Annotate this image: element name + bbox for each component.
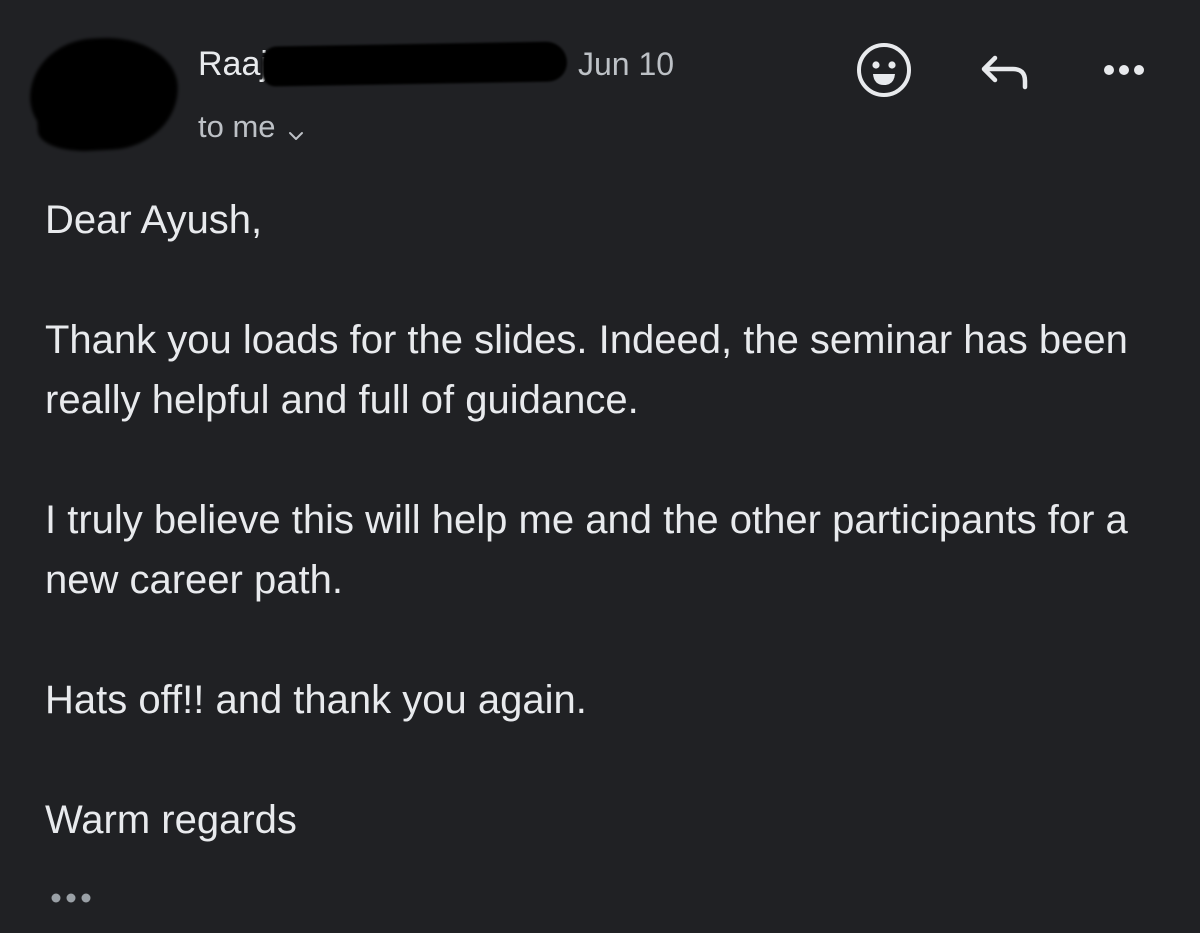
reply-arrow-icon xyxy=(974,40,1034,105)
email-body: Dear Ayush, Thank you loads for the slid… xyxy=(45,190,1165,910)
emoji-reaction-button[interactable] xyxy=(852,40,916,104)
body-paragraph: I truly believe this will help me and th… xyxy=(45,498,1139,602)
sign-off: Warm regards xyxy=(45,798,297,842)
smiley-face-icon xyxy=(854,40,914,105)
recipient-label: to me xyxy=(198,109,276,144)
body-paragraph: Hats off!! and thank you again. xyxy=(45,678,587,722)
reply-button[interactable] xyxy=(972,40,1036,104)
body-paragraph: Thank you loads for the slides. Indeed, … xyxy=(45,318,1140,422)
more-options-icon xyxy=(1094,40,1154,105)
show-trimmed-content-button[interactable] xyxy=(46,886,96,914)
greeting: Dear Ayush, xyxy=(45,198,263,242)
chevron-down-icon xyxy=(286,117,306,140)
sender-name[interactable]: Raaj xyxy=(198,44,268,84)
email-header: Raaj Jun 10 to me xyxy=(0,0,1200,170)
avatar[interactable] xyxy=(27,34,181,154)
sender-redaction xyxy=(261,41,568,87)
more-options-button[interactable] xyxy=(1092,40,1156,104)
recipient-toggle[interactable]: to me xyxy=(198,108,306,146)
message-date: Jun 10 xyxy=(578,46,675,82)
ellipsis-icon xyxy=(46,884,96,917)
